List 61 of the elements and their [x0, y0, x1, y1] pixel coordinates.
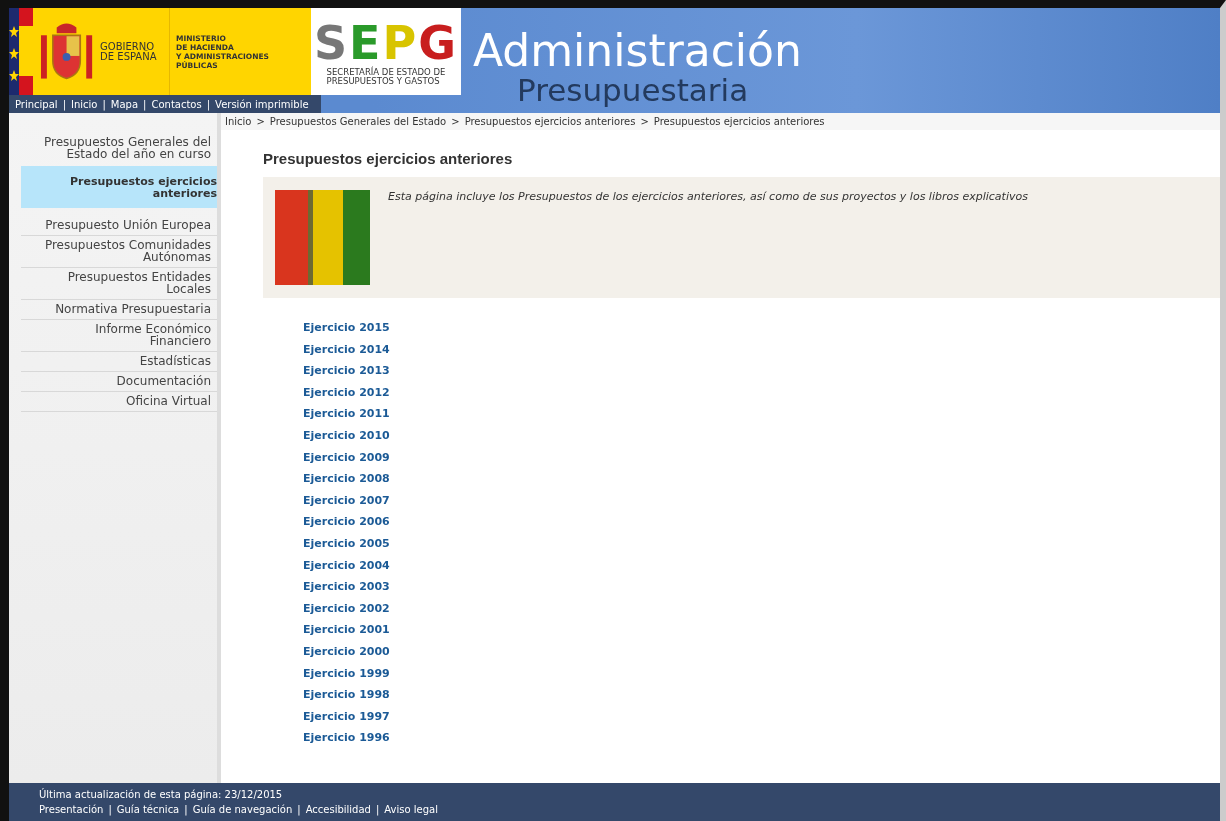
year-link[interactable]: Ejercicio 2010 — [303, 427, 390, 445]
breadcrumb-link[interactable]: Inicio — [225, 116, 252, 127]
breadcrumb-link[interactable]: Presupuestos ejercicios anteriores — [464, 116, 636, 127]
year-link[interactable]: Ejercicio 2014 — [303, 341, 390, 359]
year-link[interactable]: Ejercicio 2003 — [303, 579, 390, 596]
separator: | — [62, 98, 66, 110]
year-link[interactable]: Ejercicio 2008 — [303, 471, 390, 488]
separator: | — [143, 98, 147, 110]
nav-link[interactable]: Contactos — [151, 98, 202, 110]
year-link[interactable]: Ejercicio 2013 — [303, 363, 390, 380]
year-link[interactable]: Ejercicio 1997 — [303, 708, 390, 726]
year-link[interactable]: Ejercicio 2011 — [303, 406, 390, 423]
separator: | — [184, 803, 188, 818]
breadcrumb-separator: > — [640, 116, 649, 127]
site-title: Administración — [473, 26, 802, 76]
year-link[interactable]: Ejercicio 2004 — [303, 557, 390, 575]
footer-link[interactable]: Accesibilidad — [305, 802, 371, 818]
separator: | — [102, 98, 106, 110]
sidebar-item[interactable]: Documentación — [21, 372, 217, 392]
sidebar-item[interactable]: Presupuesto Unión Europea — [21, 216, 217, 236]
nav-link[interactable]: Mapa — [110, 98, 139, 110]
year-link[interactable]: Ejercicio 1998 — [303, 687, 390, 704]
separator: | — [108, 803, 112, 818]
sidebar-item[interactable]: Estadísticas — [21, 352, 217, 372]
breadcrumb-separator: > — [451, 116, 460, 127]
separator: | — [206, 98, 211, 110]
sidebar-item[interactable]: Presupuestos ejercicios anteriores — [21, 166, 217, 208]
footer-link[interactable]: Guía de navegación — [192, 802, 293, 818]
separator: | — [375, 803, 380, 818]
sidebar-item[interactable]: Presupuestos Entidades Locales — [21, 268, 217, 300]
breadcrumb-separator: > — [256, 116, 265, 127]
year-link[interactable]: Ejercicio 1996 — [303, 730, 390, 747]
last-updated-text: Última actualización de esta página: 23/12/2015 — [39, 787, 284, 802]
year-link[interactable]: Ejercicio 2009 — [303, 449, 390, 467]
nav-link[interactable]: Inicio — [71, 98, 98, 110]
year-link[interactable]: Ejercicio 2015 — [303, 320, 390, 337]
year-link[interactable]: Ejercicio 2006 — [303, 514, 390, 531]
breadcrumb-link[interactable]: Presupuestos Generales del Estado — [269, 116, 447, 127]
year-link[interactable]: Ejercicio 1999 — [303, 665, 390, 683]
year-link[interactable]: Ejercicio 2005 — [303, 535, 390, 553]
footer-link[interactable]: Guía técnica — [116, 802, 180, 818]
sidebar-item[interactable]: Oficina Virtual — [21, 392, 217, 412]
nav-link[interactable]: Versión imprimible — [215, 98, 309, 110]
year-link[interactable]: Ejercicio 2002 — [303, 600, 390, 618]
sidebar-item[interactable]: Presupuestos Comunidades Autónomas — [21, 236, 217, 268]
footer-link[interactable]: Aviso legal — [384, 802, 438, 818]
footer-link[interactable]: Presentación — [39, 802, 104, 818]
separator: | — [297, 803, 301, 818]
year-link[interactable]: Ejercicio 2012 — [303, 384, 390, 402]
sidebar-item[interactable]: Informe Económico Financiero — [21, 320, 217, 352]
nav-link[interactable]: Principal — [15, 98, 58, 110]
government-name: GOBIERNO DE ESPAÑA — [100, 41, 157, 62]
intro-text: Esta página incluye los Presupuestos de los ejercicios anteriores, así como de sus proyectos y los libros explicativos — [388, 190, 1028, 205]
logo-caption: SECRETARÍA DE ESTADO DE PRESUPUESTOS Y GASTOS — [326, 67, 446, 86]
sidebar-item[interactable]: Normativa Presupuestaria — [21, 300, 217, 320]
year-link[interactable]: Ejercicio 2000 — [303, 643, 390, 661]
page-title: Presupuestos ejercicios anteriores — [263, 150, 514, 167]
breadcrumb-link[interactable]: Presupuestos ejercicios anteriores — [653, 116, 825, 127]
sidebar-item[interactable]: Presupuestos Generales del Estado del año en curso — [21, 133, 217, 166]
year-link[interactable]: Ejercicio 2001 — [303, 622, 390, 639]
year-link[interactable]: Ejercicio 2007 — [303, 492, 390, 510]
